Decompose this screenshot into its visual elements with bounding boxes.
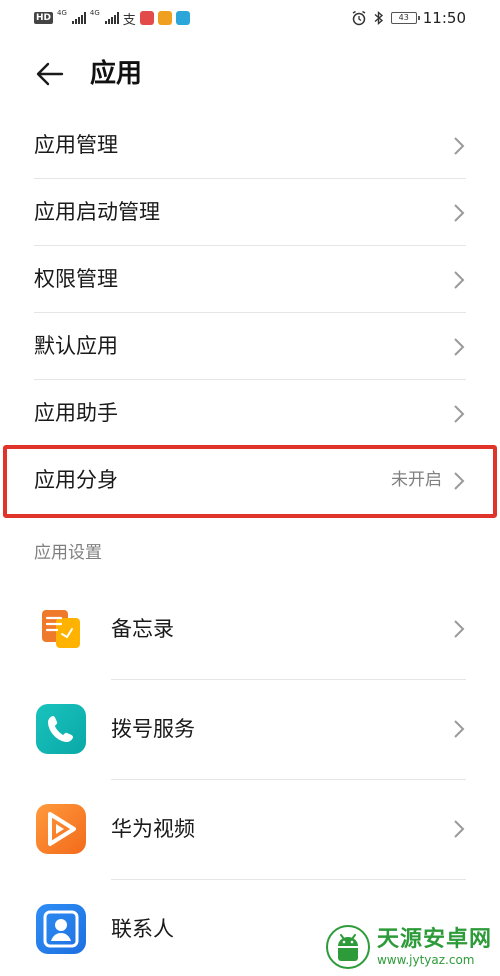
- notification-app-icon: [157, 11, 172, 25]
- site-watermark: 天源安卓网 www.jytyaz.com: [320, 922, 496, 972]
- app-label: 备忘录: [111, 617, 174, 641]
- contacts-icon: [36, 904, 86, 954]
- status-bar: HD 4G 4G 支 43 11:50: [0, 0, 500, 34]
- chevron-right-icon: [454, 820, 465, 838]
- header: 应用: [0, 42, 500, 106]
- menu-item-label: 应用管理: [34, 133, 118, 157]
- chevron-right-icon: [454, 271, 465, 289]
- alarm-icon: [352, 10, 366, 26]
- signal-icon: [71, 12, 86, 24]
- chevron-right-icon: [454, 137, 465, 155]
- notification-app-icon: [175, 11, 190, 25]
- menu-item-app-management[interactable]: 应用管理: [0, 112, 500, 179]
- app-label: 拨号服务: [111, 717, 195, 741]
- android-logo-icon: [325, 925, 370, 969]
- battery-icon: 43: [390, 12, 420, 24]
- chevron-right-icon: [454, 472, 465, 490]
- menu-item-default-apps[interactable]: 默认应用: [0, 313, 500, 380]
- back-button[interactable]: [30, 54, 70, 94]
- menu-item-label: 默认应用: [34, 334, 118, 358]
- hd-badge: HD: [34, 12, 54, 24]
- menu-item-app-assistant[interactable]: 应用助手: [0, 380, 500, 447]
- alipay-icon: 支: [122, 12, 136, 28]
- status-time: 11:50: [422, 9, 466, 27]
- app-item-memo[interactable]: 备忘录: [0, 580, 500, 680]
- app-list: 备忘录 拨号服务 华为视频 联系人: [0, 580, 500, 976]
- network-type-1: 4G: [57, 9, 67, 17]
- app-item-dialer[interactable]: 拨号服务: [0, 680, 500, 780]
- watermark-url: www.jytyaz.com: [376, 953, 475, 967]
- app-label: 联系人: [111, 917, 174, 941]
- menu-item-app-launch-management[interactable]: 应用启动管理: [0, 179, 500, 246]
- network-type-2: 4G: [89, 9, 100, 17]
- watermark-title: 天源安卓网: [376, 927, 492, 952]
- page-title: 应用: [90, 59, 143, 89]
- bluetooth-icon: [374, 10, 383, 26]
- menu-item-label: 应用分身: [34, 468, 118, 492]
- memo-icon: [36, 604, 86, 654]
- menu-item-label: 应用助手: [34, 401, 118, 425]
- phone-icon: [36, 704, 86, 754]
- chevron-right-icon: [454, 720, 465, 738]
- chevron-right-icon: [454, 405, 465, 423]
- chevron-right-icon: [454, 338, 465, 356]
- watermark-text: 天源安卓网 www.jytyaz.com: [377, 927, 492, 967]
- section-header-app-settings: 应用设置: [34, 543, 102, 563]
- signal-icon: [104, 12, 119, 24]
- menu-item-label: 应用启动管理: [34, 200, 160, 224]
- menu-item-label: 权限管理: [34, 267, 118, 291]
- back-arrow-icon: [36, 62, 64, 86]
- app-item-huawei-video[interactable]: 华为视频: [0, 780, 500, 880]
- status-right: 43 11:50: [351, 9, 466, 27]
- app-label: 华为视频: [111, 817, 195, 841]
- menu-list: 应用管理 应用启动管理 权限管理 默认应用 应用助手 应用分身 未开启: [0, 112, 500, 514]
- chevron-right-icon: [454, 620, 465, 638]
- menu-item-app-twin[interactable]: 应用分身 未开启: [0, 447, 500, 514]
- status-left: HD 4G 4G 支: [34, 9, 190, 28]
- chevron-right-icon: [454, 204, 465, 222]
- app-twin-status: 未开启: [391, 470, 442, 490]
- screen: HD 4G 4G 支 43 11:50 应用 应用管理 应用启动管理 权限管理 …: [0, 0, 500, 976]
- notification-app-icon: [139, 11, 154, 25]
- video-play-icon: [36, 804, 86, 854]
- menu-item-permission-management[interactable]: 权限管理: [0, 246, 500, 313]
